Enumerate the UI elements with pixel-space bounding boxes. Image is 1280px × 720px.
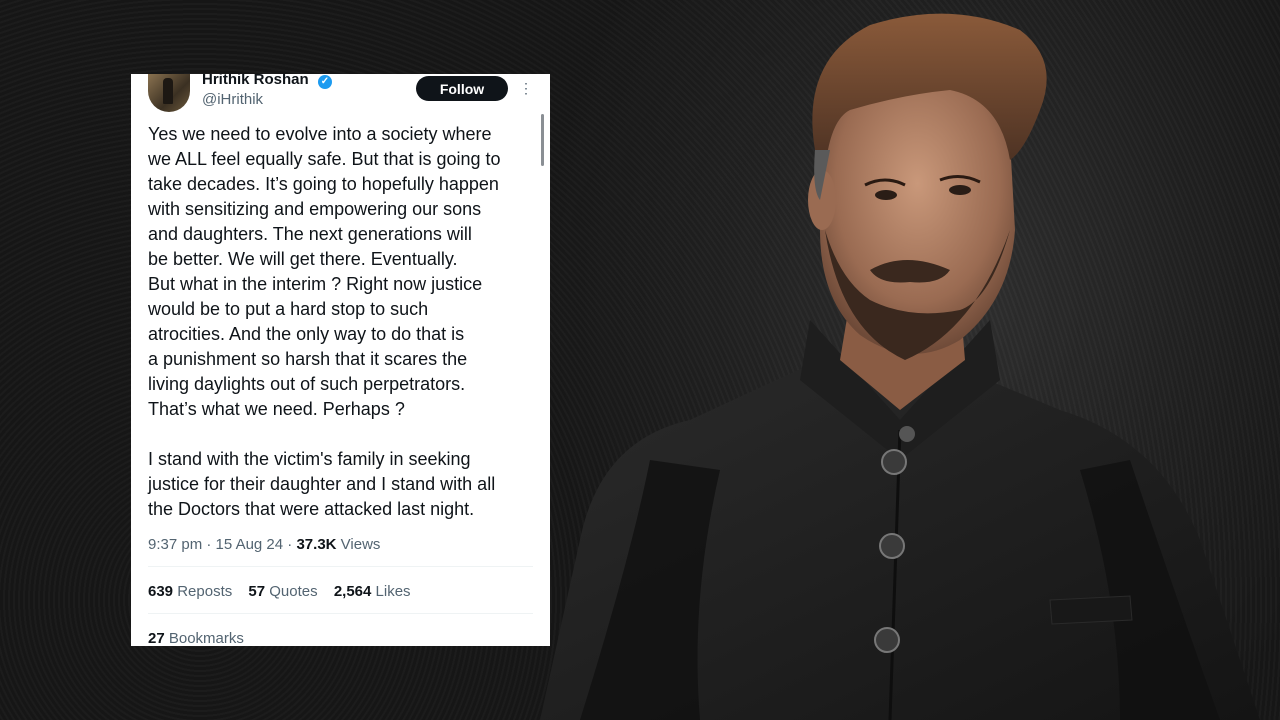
avatar-figure bbox=[163, 78, 173, 104]
quotes-label: Quotes bbox=[269, 583, 318, 600]
tweet-text: Yes we need to evolve into a society whe… bbox=[148, 122, 538, 522]
more-vertical-icon[interactable]: ⋮ bbox=[519, 80, 533, 96]
verified-badge-icon: ✓ bbox=[318, 75, 332, 89]
likes-stat[interactable]: 2,564 Likes bbox=[334, 583, 411, 600]
author-name[interactable]: Hrithik Roshan bbox=[202, 74, 309, 88]
tweet-line: atrocities. And the only way to do that … bbox=[148, 324, 465, 344]
likes-label: Likes bbox=[375, 583, 411, 600]
tweet-line: a punishment so harsh that it scares the bbox=[148, 349, 468, 369]
bookmarks-stat[interactable]: 27 Bookmarks bbox=[148, 630, 244, 646]
tweet-line: be better. We will get there. Eventually… bbox=[148, 249, 458, 269]
tweet-line: justice for their daughter and I stand w… bbox=[148, 474, 496, 494]
reposts-stat[interactable]: 639 Reposts bbox=[148, 583, 232, 600]
scrollbar[interactable] bbox=[541, 114, 544, 166]
tweet-line: That’s what we need. Perhaps ? bbox=[148, 399, 405, 419]
bookmarks-count: 27 bbox=[148, 630, 165, 646]
quotes-count: 57 bbox=[248, 583, 266, 600]
tweet-line: would be to put a hard stop to such bbox=[148, 299, 429, 319]
person-photo bbox=[540, 13, 1260, 720]
tweet-line: with sensitizing and empowering our sons bbox=[148, 199, 482, 219]
bookmarks-label: Bookmarks bbox=[168, 630, 244, 646]
tweet-line: Yes we need to evolve into a society whe… bbox=[148, 124, 492, 144]
tweet-date[interactable]: 15 Aug 24 bbox=[216, 536, 284, 553]
tweet-time[interactable]: 9:37 pm bbox=[148, 536, 202, 553]
tweet-line: and daughters. The next generations will bbox=[148, 224, 472, 244]
tweet-line: the Doctors that were attacked last nigh… bbox=[148, 499, 475, 519]
author-handle[interactable]: @iHrithik bbox=[202, 91, 263, 108]
tweet-stats: 639 Reposts 57 Quotes 2,564 Likes bbox=[148, 583, 423, 600]
views-label: Views bbox=[340, 536, 381, 553]
tweet-line: living daylights out of such perpetrator… bbox=[148, 374, 466, 394]
avatar[interactable] bbox=[148, 74, 190, 112]
quotes-stat[interactable]: 57 Quotes bbox=[248, 583, 317, 600]
tweet-line: take decades. It’s going to hopefully ha… bbox=[148, 174, 499, 194]
tweet-line: But what in the interim ? Right now just… bbox=[148, 274, 483, 294]
tweet-line: I stand with the victim's family in seek… bbox=[148, 449, 471, 469]
follow-button[interactable]: Follow bbox=[416, 76, 508, 101]
meta-separator: · bbox=[206, 536, 216, 553]
tweet-meta: 9:37 pm · 15 Aug 24 · 37.3K Views bbox=[148, 536, 380, 553]
divider bbox=[148, 613, 533, 614]
tweet-card: Hrithik Roshan ✓ @iHrithik Follow ⋮ Yes … bbox=[131, 74, 550, 646]
divider bbox=[148, 566, 533, 567]
reposts-label: Reposts bbox=[177, 583, 233, 600]
likes-count: 2,564 bbox=[333, 583, 372, 600]
tweet-line: we ALL feel equally safe. But that is go… bbox=[148, 149, 501, 169]
views-count: 37.3K bbox=[296, 536, 337, 553]
reposts-count: 639 bbox=[148, 583, 174, 600]
